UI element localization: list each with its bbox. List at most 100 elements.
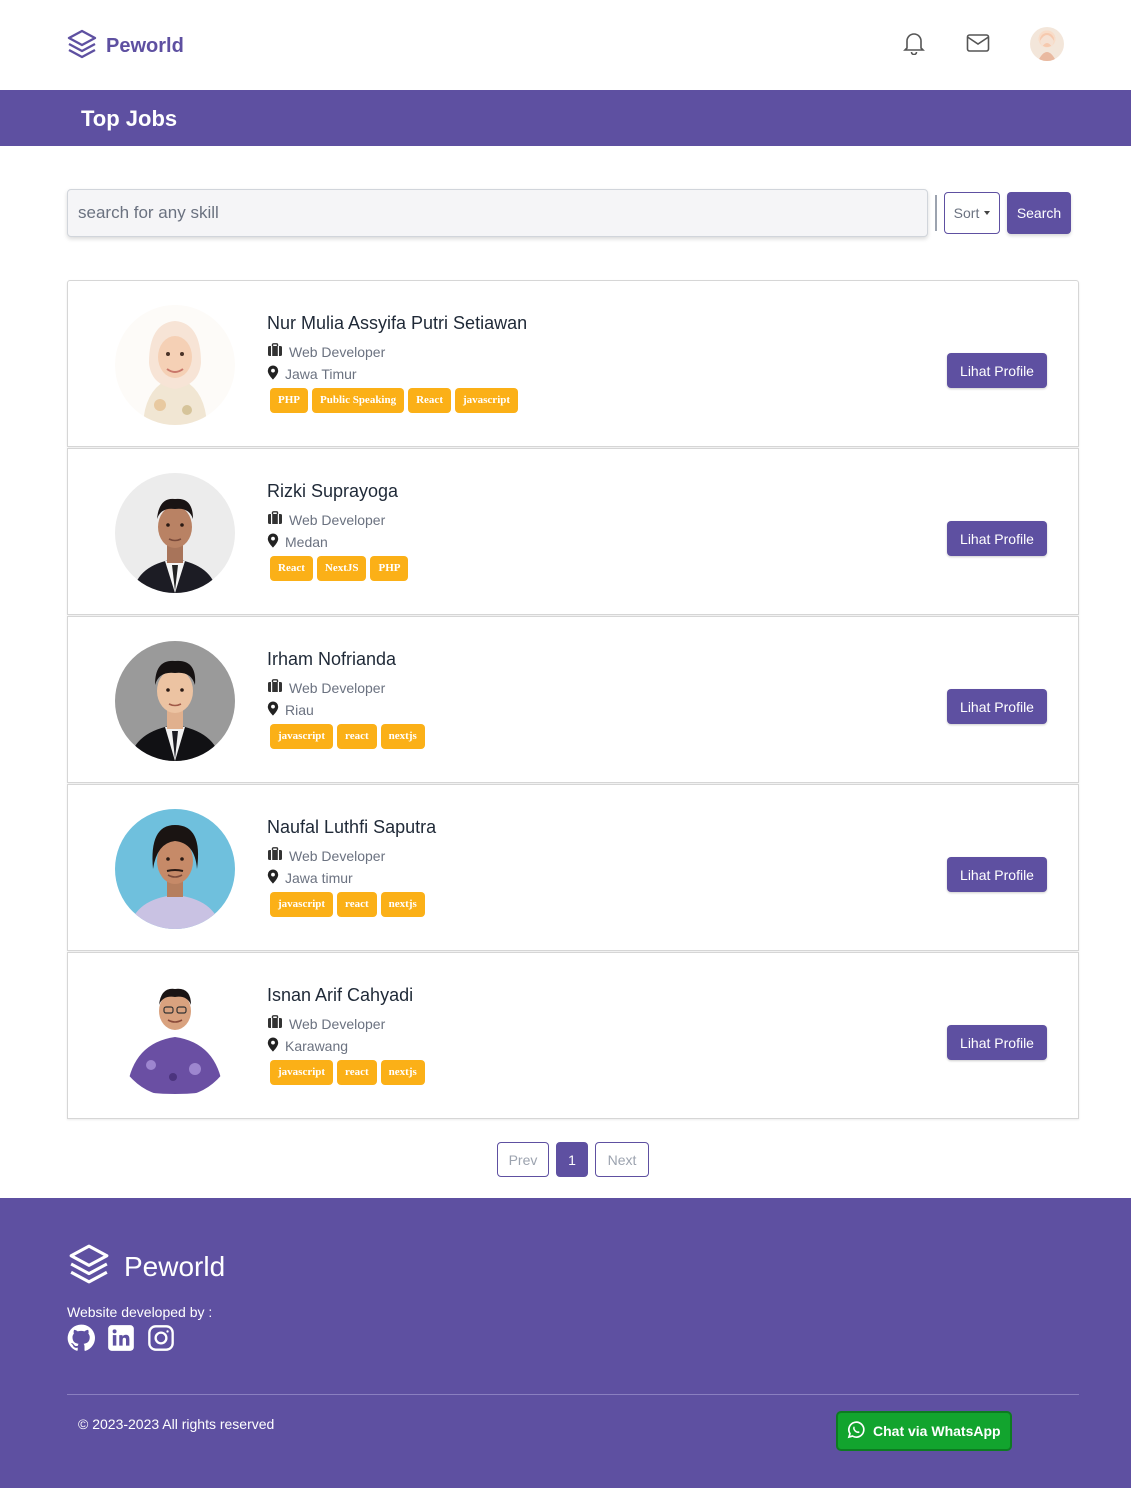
search-button[interactable]: Search [1007,192,1071,234]
skill-badge: nextjs [380,892,425,917]
view-profile-button[interactable]: Lihat Profile [947,689,1047,724]
skill-list: javascript react nextjs [270,724,425,749]
candidate-name: Rizki Suprayoga [267,481,399,501]
view-profile-button[interactable]: Lihat Profile [947,1025,1047,1060]
brand-name: Peworld [106,35,184,57]
candidate-location: Karawang [267,1037,348,1055]
whatsapp-label: Chat via WhatsApp [873,1423,1001,1439]
location-text: Riau [285,702,314,718]
skill-badge: Public Speaking [312,388,405,413]
layers-icon [66,28,98,65]
linkedin-icon[interactable] [107,1324,135,1357]
candidate-photo [115,809,235,929]
navbar: Peworld [0,0,1131,90]
page-1-button[interactable]: 1 [556,1142,588,1177]
footer-divider [67,1394,1079,1395]
brand-logo[interactable]: Peworld [66,28,184,65]
candidate-photo [115,641,235,761]
user-avatar[interactable] [1030,27,1064,61]
briefcase-icon [267,343,283,360]
candidate-job: Web Developer [267,679,385,696]
caret-down-icon [984,211,991,215]
skill-list: javascript react nextjs [270,892,425,917]
view-profile-button[interactable]: Lihat Profile [947,521,1047,556]
top-jobs-banner: Top Jobs [0,90,1131,146]
search-divider [935,195,937,231]
candidate-name: Irham Nofrianda [267,649,397,669]
developed-by-label: Website developed by : [67,1304,213,1320]
job-title: Web Developer [289,511,386,528]
briefcase-icon [267,679,283,696]
skill-badge: react [337,1060,377,1085]
pagination: Prev 1 Next [497,1142,649,1177]
candidate-location: Jawa Timur [267,365,357,383]
footer-brand-name: Peworld [124,1250,226,1282]
footer-brand[interactable]: Peworld [66,1242,225,1291]
next-page-button[interactable]: Next [595,1142,649,1177]
page-title: Top Jobs [81,106,178,131]
layers-icon [66,1242,112,1291]
map-pin-icon [267,1037,279,1055]
bell-icon[interactable] [901,30,927,56]
job-title: Web Developer [289,1015,386,1032]
skill-badge: React [270,556,313,581]
job-title: Web Developer [289,847,386,864]
location-text: Jawa Timur [285,366,357,382]
briefcase-icon [267,1015,283,1032]
candidate-name: Nur Mulia Assyifa Putri Setiawan [267,313,528,333]
whatsapp-chat-button[interactable]: Chat via WhatsApp [836,1411,1012,1451]
job-title: Web Developer [289,679,386,696]
map-pin-icon [267,869,279,887]
social-links [67,1324,175,1357]
prev-page-button[interactable]: Prev [497,1142,549,1177]
skill-badge: React [408,388,451,413]
candidate-card: Isnan Arif Cahyadi Web Developer Karawan… [67,952,1079,1119]
candidate-location: Medan [267,533,328,551]
skill-list: javascript react nextjs [270,1060,425,1085]
skill-badge: javascript [270,892,334,917]
skill-list: React NextJS PHP [270,556,409,581]
candidate-job: Web Developer [267,1015,385,1032]
candidate-name: Naufal Luthfi Saputra [267,817,437,837]
candidate-card: Irham Nofrianda Web Developer Riau javas… [67,616,1079,783]
mail-icon[interactable] [965,30,991,56]
candidate-job: Web Developer [267,847,385,864]
view-profile-button[interactable]: Lihat Profile [947,857,1047,892]
candidate-photo [115,977,235,1097]
search-input[interactable] [67,189,928,237]
view-profile-button[interactable]: Lihat Profile [947,353,1047,388]
skill-badge: react [337,724,377,749]
candidate-photo [115,473,235,593]
whatsapp-icon [846,1420,866,1443]
skill-badge: javascript [270,724,334,749]
github-icon[interactable] [67,1324,95,1357]
candidate-name: Isnan Arif Cahyadi [267,985,414,1005]
location-text: Jawa timur [285,870,353,886]
skill-badge: PHP [370,556,409,581]
map-pin-icon [267,533,279,551]
candidate-job: Web Developer [267,511,385,528]
candidate-photo [115,305,235,425]
skill-badge: nextjs [380,724,425,749]
job-title: Web Developer [289,343,386,360]
skill-list: PHP Public Speaking React javascript [270,388,519,413]
skill-badge: javascript [454,388,519,413]
skill-badge: javascript [270,1060,334,1085]
briefcase-icon [267,847,283,864]
briefcase-icon [267,511,283,528]
footer: Peworld Website developed by : © 2023-20… [0,1198,1131,1488]
map-pin-icon [267,701,279,719]
skill-badge: PHP [270,388,308,413]
candidate-location: Riau [267,701,314,719]
location-text: Medan [285,534,328,550]
skill-badge: nextjs [380,1060,425,1085]
sort-label: Sort [953,205,980,221]
skill-badge: react [337,892,377,917]
skill-badge: NextJS [316,556,367,581]
map-pin-icon [267,365,279,383]
instagram-icon[interactable] [147,1324,175,1357]
candidate-card: Rizki Suprayoga Web Developer Medan Reac… [67,448,1079,615]
copyright-text: © 2023-2023 All rights reserved [78,1416,275,1432]
candidate-card: Naufal Luthfi Saputra Web Developer Jawa… [67,784,1079,951]
sort-dropdown-button[interactable]: Sort [944,192,1000,234]
